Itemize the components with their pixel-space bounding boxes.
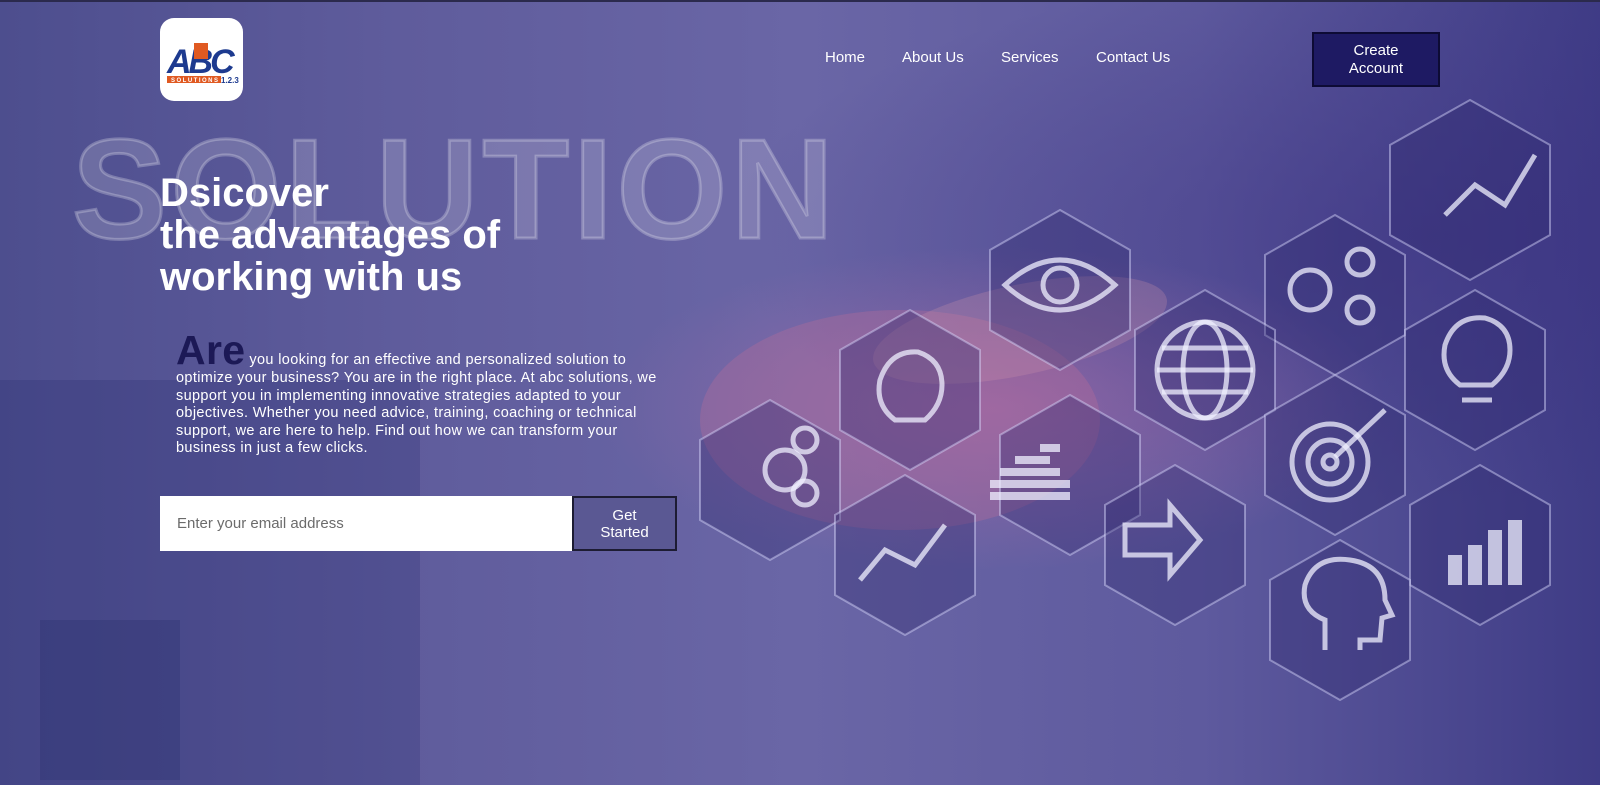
- headline-line-2: the advantages of: [160, 213, 501, 257]
- headline-line-3: working with us: [160, 255, 463, 299]
- logo-subtext: SOLUTIONS: [171, 78, 220, 84]
- hero-intro: Are you looking for an effective and pers…: [176, 330, 668, 458]
- create-account-button[interactable]: Create Account: [1312, 32, 1440, 87]
- bar-chart-icon: [1448, 555, 1462, 585]
- headline-line-1: Dsicover: [160, 171, 329, 215]
- nav-contact-us[interactable]: Contact Us: [1096, 49, 1170, 66]
- get-started-label: Get Started: [600, 506, 649, 541]
- get-started-button[interactable]: Get Started: [572, 496, 677, 551]
- top-border: [0, 0, 1600, 2]
- nav-home[interactable]: Home: [825, 49, 865, 66]
- hex-gears: [1264, 213, 1406, 377]
- email-input[interactable]: [160, 496, 572, 551]
- logo-version: 1.2.3: [221, 76, 239, 85]
- hex-head: [1269, 538, 1411, 702]
- abc-logo-icon: ABC SOLUTIONS 1.2.3: [166, 42, 239, 85]
- intro-lead-word: Are: [176, 327, 246, 373]
- nav-services[interactable]: Services: [1001, 49, 1059, 66]
- hex-bulb: [1404, 288, 1546, 452]
- create-account-label: Create Account: [1348, 41, 1404, 77]
- intro-text: you looking for an effective and persona…: [176, 352, 657, 456]
- hero-headline: Dsicover the advantages of working with …: [160, 172, 500, 298]
- brand-logo[interactable]: ABC SOLUTIONS 1.2.3: [160, 18, 243, 101]
- nav-about-us[interactable]: About Us: [902, 49, 964, 66]
- email-signup-form: Get Started: [160, 496, 677, 551]
